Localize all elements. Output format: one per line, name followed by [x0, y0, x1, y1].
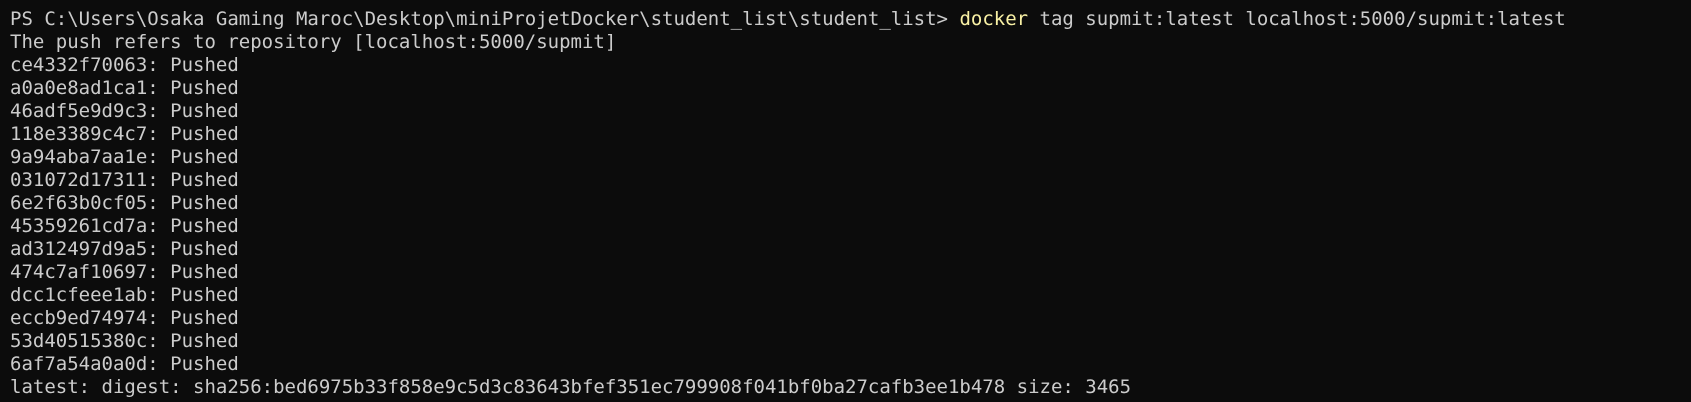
layer-line: eccb9ed74974: Pushed — [10, 307, 239, 329]
push-header: The push refers to repository [localhost… — [10, 31, 617, 53]
layer-line: ce4332f70063: Pushed — [10, 54, 239, 76]
prompt: PS C:\Users\Osaka Gaming Maroc\Desktop\m… — [10, 8, 960, 30]
command-line: PS C:\Users\Osaka Gaming Maroc\Desktop\m… — [10, 8, 1691, 31]
layer-line: 118e3389c4c7: Pushed — [10, 123, 239, 145]
command-keyword: docker — [959, 8, 1029, 30]
layer-line: 9a94aba7aa1e: Pushed — [10, 146, 239, 168]
layer-line: 46adf5e9d9c3: Pushed — [10, 100, 239, 122]
layer-line: 031072d17311: Pushed — [10, 169, 239, 191]
layer-line: 53d40515380c: Pushed — [10, 330, 239, 352]
layer-line: 6af7a54a0a0d: Pushed — [10, 353, 239, 375]
layer-line: a0a0e8ad1ca1: Pushed — [10, 77, 239, 99]
digest-line: latest: digest: sha256:bed6975b33f858e9c… — [10, 376, 1132, 398]
terminal-window[interactable]: PS C:\Users\Osaka Gaming Maroc\Desktop\m… — [0, 0, 1691, 402]
layer-line: 474c7af10697: Pushed — [10, 261, 239, 283]
layer-line: ad312497d9a5: Pushed — [10, 238, 239, 260]
layer-line: 45359261cd7a: Pushed — [10, 215, 239, 237]
layer-line: 6e2f63b0cf05: Pushed — [10, 192, 239, 214]
command-args: tag supmit:latest localhost:5000/supmit:… — [1028, 8, 1566, 30]
layer-line: dcc1cfeee1ab: Pushed — [10, 284, 239, 306]
